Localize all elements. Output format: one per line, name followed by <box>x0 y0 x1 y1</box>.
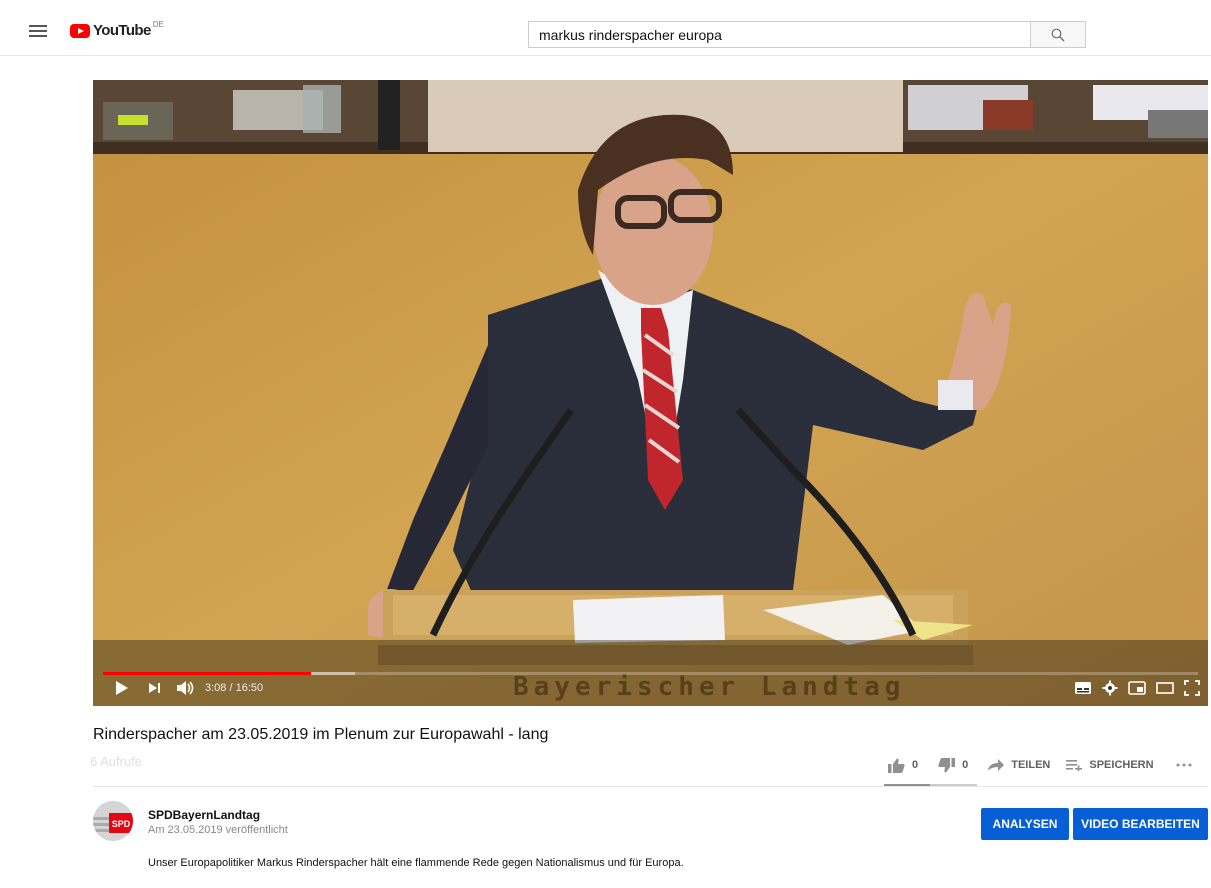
theater-mode-button[interactable] <box>1156 681 1174 695</box>
video-description: Unser Europapolitiker Markus Rinderspach… <box>148 857 684 869</box>
play-button[interactable] <box>115 680 129 696</box>
share-button[interactable]: TEILEN <box>988 759 1050 771</box>
save-button[interactable]: SPEICHERN <box>1066 759 1154 771</box>
youtube-play-logo-icon <box>70 24 90 38</box>
video-player[interactable]: Bayerischer Landtag 3:08 / 16:50 <box>93 80 1208 706</box>
video-actions: 0 0 TEILEN SPEICHERN <box>884 754 1208 776</box>
subtitles-icon <box>1075 682 1091 694</box>
share-arrow-icon <box>988 759 1005 771</box>
playlist-add-icon <box>1066 760 1083 771</box>
edit-video-button[interactable]: VIDEO BEARBEITEN <box>1073 808 1208 840</box>
settings-button[interactable] <box>1102 680 1118 696</box>
more-actions-button[interactable] <box>1176 763 1192 767</box>
volume-icon <box>177 681 194 695</box>
time-display: 3:08 / 16:50 <box>205 682 264 694</box>
publish-date: Am 23.05.2019 veröffentlicht <box>148 824 288 836</box>
like-button[interactable]: 0 <box>888 758 918 773</box>
miniplayer-icon <box>1128 681 1146 695</box>
channel-name[interactable]: SPDBayernLandtag <box>148 808 260 822</box>
next-button[interactable] <box>149 682 161 694</box>
next-icon <box>149 683 160 693</box>
video-title: Rinderspacher am 23.05.2019 im Plenum zu… <box>93 726 549 743</box>
masthead: YouTube DE <box>0 0 1211 56</box>
more-horizontal-icon <box>1176 763 1192 767</box>
volume-button[interactable] <box>177 681 195 695</box>
search-icon <box>1051 28 1065 41</box>
like-count: 0 <box>912 759 919 771</box>
thumbs-up-icon <box>888 758 905 773</box>
divider <box>93 786 1208 787</box>
play-icon <box>116 681 128 695</box>
dislike-count: 0 <box>962 759 969 771</box>
save-label: SPEICHERN <box>1089 759 1154 771</box>
thumbs-down-icon <box>938 757 956 772</box>
dislike-button[interactable]: 0 <box>938 757 969 773</box>
analytics-button[interactable]: ANALYSEN <box>981 808 1069 840</box>
gear-icon <box>1102 680 1118 696</box>
search-input[interactable] <box>529 22 1030 47</box>
search-button[interactable] <box>1030 21 1086 48</box>
theater-icon <box>1156 682 1174 694</box>
logo-text: YouTube <box>93 22 151 39</box>
video-frame <box>93 80 1208 706</box>
search-box <box>528 21 1030 48</box>
subtitles-button[interactable] <box>1074 681 1092 695</box>
logo-region: DE <box>152 20 164 29</box>
hamburger-menu-icon[interactable] <box>26 22 50 40</box>
fullscreen-icon <box>1184 680 1200 696</box>
channel-avatar[interactable]: SPD <box>93 801 133 841</box>
view-count: 6 Aufrufe <box>90 754 143 769</box>
player-controls: 3:08 / 16:50 <box>93 670 1208 706</box>
spd-logo-avatar-icon: SPD <box>93 801 133 841</box>
avatar-badge-text: SPD <box>112 819 131 829</box>
fullscreen-button[interactable] <box>1184 680 1200 696</box>
youtube-logo[interactable]: YouTube DE <box>70 20 164 44</box>
share-label: TEILEN <box>1011 759 1051 771</box>
miniplayer-button[interactable] <box>1128 681 1146 695</box>
